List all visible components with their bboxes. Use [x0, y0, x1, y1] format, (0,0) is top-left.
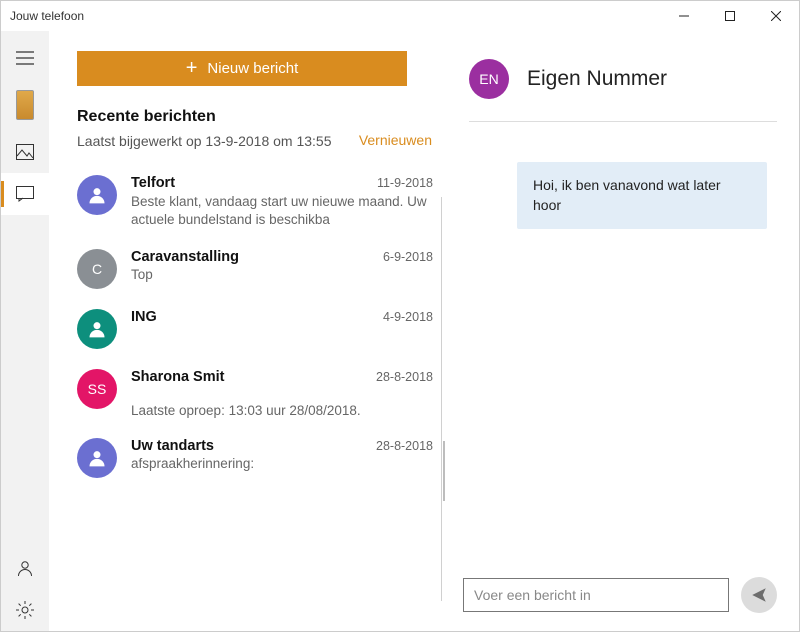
window-title: Jouw telefoon: [10, 9, 84, 23]
conversation-preview: afspraakherinnering:: [131, 456, 421, 471]
compose-input[interactable]: [463, 578, 729, 612]
conversation-date: 28-8-2018: [376, 439, 433, 453]
minimize-button[interactable]: [661, 1, 707, 31]
refresh-link[interactable]: Vernieuwen: [359, 132, 432, 148]
photos-nav-button[interactable]: [1, 131, 49, 173]
recent-messages-heading: Recente berichten: [77, 108, 441, 126]
conversation-list: Telfort 11-9-2018 Beste klant, vandaag sta…: [77, 165, 437, 488]
conversation-preview: Beste klant, vandaag start uw nieuwe maa…: [131, 193, 431, 229]
messages-icon: [16, 186, 34, 202]
conversation-name: Uw tandarts: [131, 438, 214, 454]
send-icon: [750, 586, 768, 604]
new-message-label: Nieuw bericht: [207, 60, 298, 77]
conversation-date: 28-8-2018: [376, 370, 433, 384]
messages-nav-button[interactable]: [1, 173, 49, 215]
sidebar: [1, 31, 49, 631]
settings-button[interactable]: [1, 589, 49, 631]
conversation-item[interactable]: ING 4-9-2018: [77, 299, 437, 359]
send-button[interactable]: [741, 577, 777, 613]
conversations-panel: + Nieuw bericht Recente berichten Laatst…: [49, 31, 441, 631]
conversation-name: Telfort: [131, 175, 175, 191]
maximize-button[interactable]: [707, 1, 753, 31]
conversation-name: Sharona Smit: [131, 369, 224, 385]
window-controls: [661, 1, 799, 31]
conversation-avatar: [77, 309, 117, 349]
chat-title: Eigen Nummer: [527, 67, 667, 91]
account-button[interactable]: [1, 547, 49, 589]
phone-device-button[interactable]: [1, 79, 49, 131]
conversation-item[interactable]: Telfort 11-9-2018 Beste klant, vandaag sta…: [77, 165, 437, 239]
message-bubble: Hoi, ik ben vanavond wat later hoor: [517, 162, 767, 229]
conversation-preview: Laatste oproep: 13:03 uur 28/08/2018.: [131, 403, 421, 418]
compose-bar: [463, 577, 777, 613]
conversation-avatar: [77, 175, 117, 215]
conversation-item[interactable]: SS Sharona Smit 28-8-2018 Laatste oproep: 1…: [77, 359, 437, 428]
conversation-item[interactable]: C Caravanstalling 6-9-2018 Top: [77, 239, 437, 299]
new-message-button[interactable]: + Nieuw bericht: [77, 51, 407, 86]
conversation-avatar: C: [77, 249, 117, 289]
person-icon: [16, 559, 34, 577]
chat-avatar: EN: [469, 59, 509, 99]
conversation-preview: Top: [131, 267, 421, 282]
close-button[interactable]: [753, 1, 799, 31]
hamburger-menu-button[interactable]: [1, 37, 49, 79]
last-updated-text: Laatst bijgewerkt op 13-9-2018 om 13:55: [77, 132, 332, 151]
chat-panel: EN Eigen Nummer Hoi, ik ben vanavond wat…: [441, 31, 799, 631]
phone-icon: [16, 90, 34, 120]
conversation-avatar: [77, 438, 117, 478]
gear-icon: [16, 601, 34, 619]
photos-icon: [16, 144, 34, 160]
conversation-date: 4-9-2018: [383, 310, 433, 324]
chat-divider: [469, 121, 777, 122]
conversation-date: 11-9-2018: [377, 176, 433, 190]
conversation-avatar: SS: [77, 369, 117, 409]
chat-header: EN Eigen Nummer: [469, 59, 777, 99]
plus-icon: +: [186, 57, 198, 80]
conversation-item[interactable]: Uw tandarts 28-8-2018 afspraakherinnering…: [77, 428, 437, 488]
conversation-name: Caravanstalling: [131, 249, 239, 265]
conversation-name: ING: [131, 309, 157, 325]
title-bar: Jouw telefoon: [1, 1, 799, 31]
conversation-date: 6-9-2018: [383, 250, 433, 264]
